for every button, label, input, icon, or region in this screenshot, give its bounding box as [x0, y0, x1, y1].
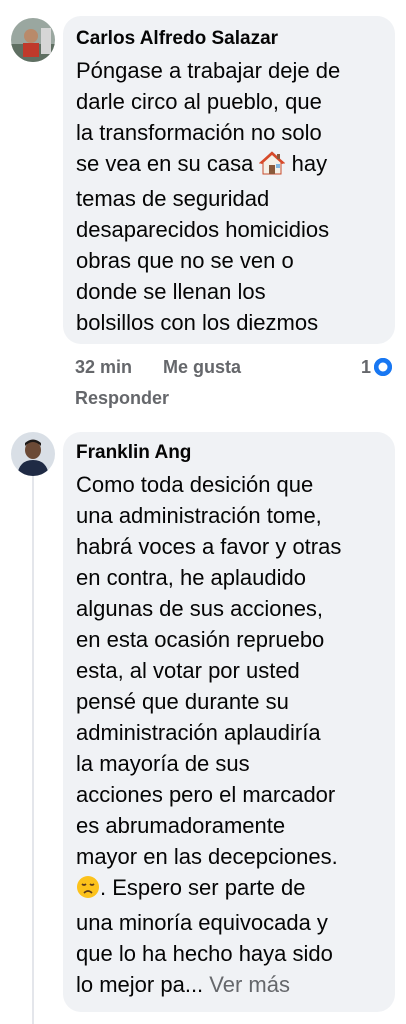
reaction-count-value: 1: [361, 357, 372, 377]
disappointed-face-emoji: [76, 875, 100, 907]
comment-line: darle circo al pueblo, que: [76, 89, 322, 114]
comment-author[interactable]: Carlos Alfredo Salazar: [76, 28, 382, 50]
comment-line-part: hay: [291, 151, 328, 176]
avatar[interactable]: [11, 432, 55, 476]
comment-line: temas de seguridad: [76, 186, 270, 211]
comment-line: mayor en las decepciones.: [76, 844, 338, 869]
comment-line: obras que no se ven o: [76, 248, 294, 273]
house-emoji: [259, 151, 286, 183]
comment-line: se vea en su casa hay: [76, 148, 382, 183]
comment-line: lo mejor pa... Ver más: [76, 969, 382, 1000]
reply-button[interactable]: Responder: [75, 388, 169, 409]
comment-line: esta, al votar por usted: [76, 658, 300, 683]
comment-line: la mayoría de sus: [76, 751, 250, 776]
avatar[interactable]: [11, 18, 55, 62]
comment-line: Como toda desición que: [76, 472, 314, 497]
comment-line-part: se vea en su casa: [76, 151, 254, 176]
comment-line: algunas de sus acciones,: [76, 596, 324, 621]
thread-line: [32, 476, 34, 1024]
comment-line: una administración tome,: [76, 503, 322, 528]
comment-line: desaparecidos homicidios: [76, 217, 330, 242]
comment-line: es abrumadoramente: [76, 813, 286, 838]
comment-line: en esta ocasión repruebo: [76, 627, 325, 652]
comment-line: bolsillos con los diezmos: [76, 310, 319, 335]
comment-line: que lo ha hecho haya sido: [76, 941, 333, 966]
comment-text: Como toda desición que una administració…: [76, 469, 382, 1000]
comment-line-part: lo mejor pa...: [76, 972, 204, 997]
comment-line: una minoría equivocada y: [76, 910, 328, 935]
comment-line: Póngase a trabajar deje de: [76, 58, 341, 83]
comment-line: . Espero ser parte de: [76, 872, 382, 907]
comment-line: acciones pero el marcador: [76, 782, 336, 807]
comment-author[interactable]: Franklin Ang: [76, 442, 382, 464]
comment-line: administración aplaudiría: [76, 720, 321, 745]
comment-line: habrá voces a favor y otras: [76, 534, 342, 559]
comment-bubble: Carlos Alfredo Salazar Póngase a trabaja…: [63, 16, 395, 344]
see-more-link[interactable]: Ver más: [209, 972, 290, 997]
like-button[interactable]: Me gusta: [163, 357, 241, 378]
comment-line: la transformación no solo: [76, 120, 322, 145]
reaction-count[interactable]: 1: [361, 357, 393, 378]
comment-time[interactable]: 32 min: [75, 357, 132, 378]
comment-text: Póngase a trabajar deje de darle circo a…: [76, 55, 382, 338]
comment-line-part: . Espero ser parte de: [100, 875, 306, 900]
comment-line: en contra, he aplaudido: [76, 565, 306, 590]
comment-line: donde se llenan los: [76, 279, 266, 304]
comment-bubble: Franklin Ang Como toda desición que una …: [63, 432, 395, 1012]
like-reaction-icon: [374, 358, 393, 376]
comment-line: pensé que durante su: [76, 689, 289, 714]
